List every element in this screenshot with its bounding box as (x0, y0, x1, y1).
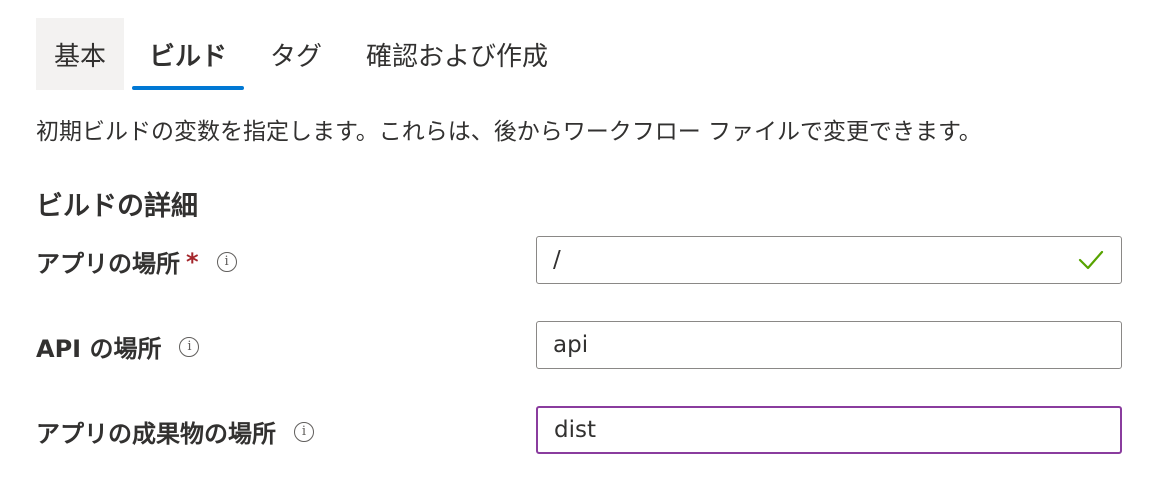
checkmark-icon (1078, 250, 1104, 270)
api-location-label-row: API の場所 i (36, 329, 200, 364)
tab-bar: 基本 ビルド タグ 確認および作成 (36, 18, 560, 90)
output-location-label-row: アプリの成果物の場所 i (36, 414, 314, 449)
tab-build[interactable]: ビルド (132, 18, 244, 90)
app-location-input[interactable]: / (536, 236, 1122, 284)
tab-tags[interactable]: タグ (256, 18, 336, 90)
app-location-value: / (553, 247, 561, 273)
api-location-input[interactable]: api (536, 321, 1122, 369)
output-location-input[interactable]: dist (536, 406, 1122, 454)
app-location-label-row: アプリの場所 * i (36, 244, 237, 279)
required-marker: * (186, 247, 199, 276)
info-icon[interactable]: i (216, 251, 237, 272)
tab-review-create[interactable]: 確認および作成 (354, 18, 560, 90)
section-title: ビルドの詳細 (36, 191, 198, 222)
output-location-value: dist (554, 417, 596, 443)
app-location-label: アプリの場所 (36, 250, 180, 278)
api-location-label: API の場所 (36, 335, 162, 363)
page-description: 初期ビルドの変数を指定します。これらは、後からワークフロー ファイルで変更できま… (36, 119, 982, 145)
info-icon[interactable]: i (294, 421, 314, 442)
output-location-label: アプリの成果物の場所 (36, 420, 276, 448)
tab-basics[interactable]: 基本 (36, 18, 124, 90)
info-icon[interactable]: i (179, 336, 200, 357)
api-location-value: api (553, 332, 589, 358)
